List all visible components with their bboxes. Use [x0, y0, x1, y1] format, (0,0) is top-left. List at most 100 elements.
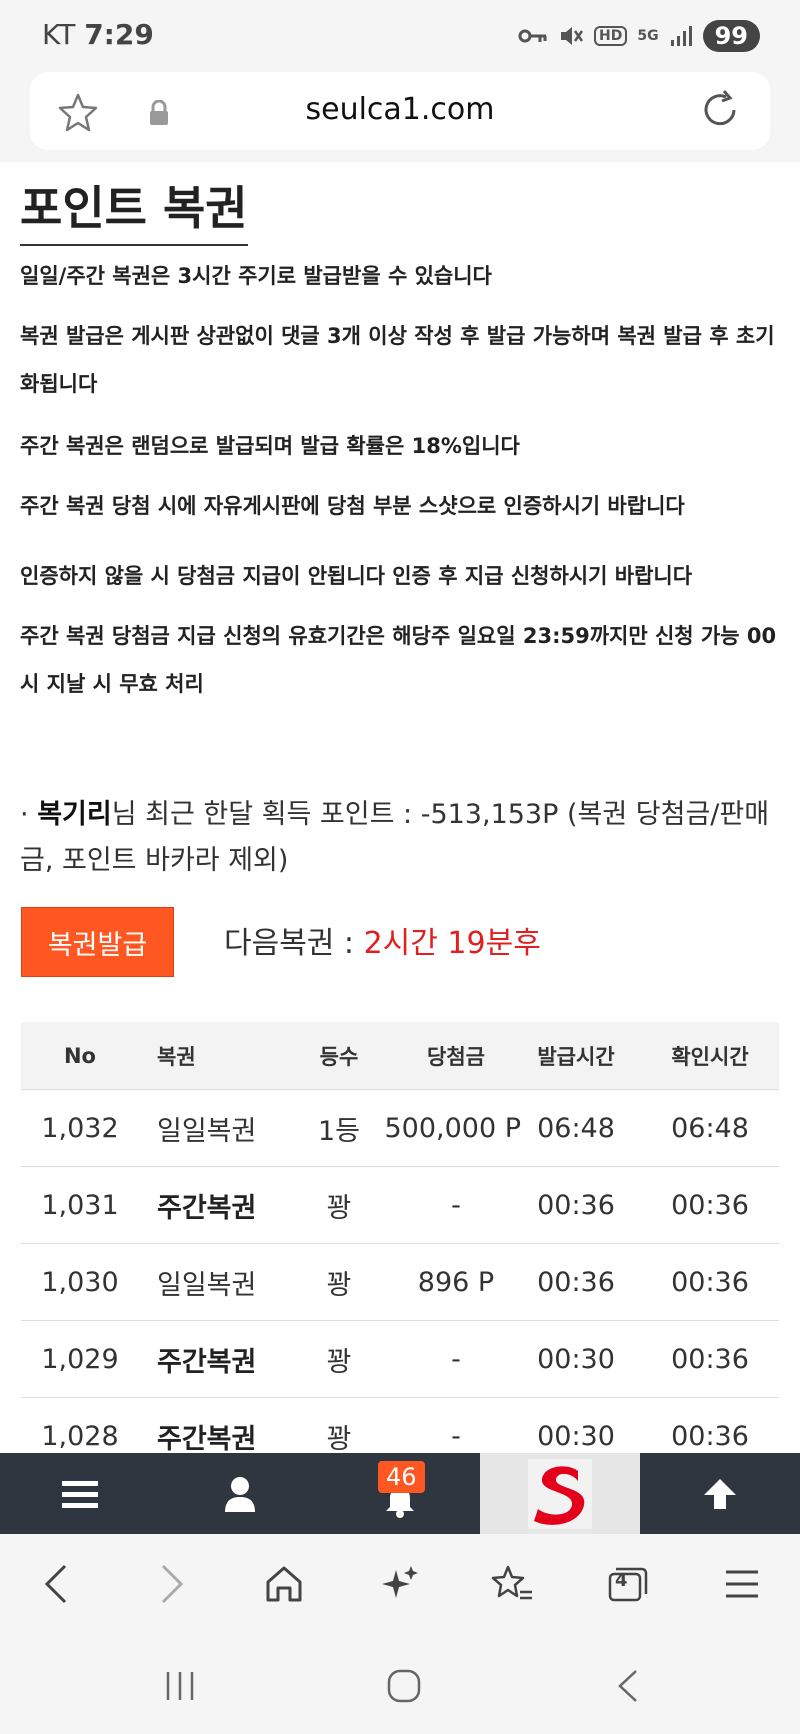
network-5g-icon: 5G	[637, 28, 659, 44]
page-title: 포인트 복권	[20, 172, 248, 246]
home-icon	[266, 1566, 302, 1602]
row-prize: -	[451, 1343, 461, 1375]
chevron-right-icon	[161, 1564, 184, 1604]
menu-button[interactable]	[0, 1453, 160, 1534]
row-rank: 1등	[317, 1115, 361, 1147]
row-rank: 꽝	[326, 1192, 352, 1224]
notification-count-badge: 46	[378, 1461, 425, 1493]
ai-assist-button[interactable]	[372, 1556, 428, 1612]
row-issued: 00:30	[537, 1343, 615, 1375]
notice-5: 인증하지 않을 시 당첨금 지급이 안됩니다 인증 후 지급 신청하시기 바랍니…	[20, 564, 693, 588]
back-button[interactable]	[28, 1556, 84, 1612]
bullet: ·	[20, 799, 29, 830]
row-checked: 00:36	[671, 1343, 749, 1375]
row-lottery: 일일복권	[157, 1269, 257, 1301]
row-issued: 00:36	[537, 1266, 615, 1298]
header-issued: 발급시간	[537, 1044, 615, 1069]
user-name: 복기리	[37, 799, 112, 830]
notice-2: 복권 발급은 게시판 상관없이 댓글 3개 이상 작성 후 발급 가능하며 복권…	[20, 324, 775, 396]
recent-apps-button[interactable]	[158, 1664, 202, 1708]
vpn-key-icon	[518, 29, 547, 43]
row-no: 1,032	[41, 1112, 119, 1144]
row-checked: 00:36	[671, 1189, 749, 1221]
notice-3: 주간 복권은 랜덤으로 발급되며 발급 확률은 18%입니다	[20, 434, 520, 458]
clock: 7:29	[84, 18, 154, 51]
browser-address-area: seulca1.com	[0, 72, 800, 162]
hd-icon: HD	[594, 26, 628, 46]
row-lottery: 일일복권	[157, 1115, 257, 1147]
site-logo-icon	[528, 1458, 592, 1529]
row-no: 1,029	[41, 1343, 119, 1375]
site-bottom-nav: 46	[0, 1453, 800, 1534]
next-lottery: 다음복권 : 2시간 19분후	[224, 918, 541, 962]
arrow-up-icon	[704, 1478, 736, 1509]
tabs-icon	[608, 1567, 648, 1602]
tabs-button[interactable]: 4	[600, 1556, 656, 1612]
status-icons: HD 5G 99	[518, 20, 760, 52]
home-button[interactable]	[256, 1556, 312, 1612]
row-lottery: 주간복권	[157, 1192, 257, 1224]
lottery-history-table: No 복권 등수 당첨금 발급시간 확인시간 1,032 일일복권 1등 500,00…	[21, 1022, 779, 1475]
status-bar: KT 7:29 HD 5G 99	[0, 0, 800, 72]
header-lottery: 복권	[157, 1044, 196, 1069]
row-checked: 06:48	[671, 1112, 749, 1144]
row-rank: 꽝	[326, 1269, 352, 1301]
row-no: 1,031	[41, 1189, 119, 1221]
scroll-top-button[interactable]	[640, 1453, 800, 1534]
row-prize: 896 P	[417, 1266, 495, 1298]
row-no: 1,030	[41, 1266, 119, 1298]
row-prize: -	[451, 1189, 461, 1221]
row-prize: 500,000 P	[384, 1112, 521, 1144]
browser-menu-button[interactable]	[714, 1556, 770, 1612]
points-text: 님 최근 한달 획득 포인트 : -513,153P (복권 당첨금/판매금, …	[20, 799, 770, 876]
profile-button[interactable]	[160, 1453, 320, 1534]
row-lottery: 주간복권	[157, 1346, 257, 1378]
site-logo-button[interactable]	[480, 1453, 640, 1534]
url-text[interactable]: seulca1.com	[30, 92, 770, 127]
sparkle-icon	[382, 1566, 418, 1598]
mute-icon	[561, 27, 584, 45]
next-lottery-time: 2시간 19분후	[363, 926, 541, 961]
bookmarks-button[interactable]	[484, 1556, 540, 1612]
table-row: 1,031 주간복권 꽝 - 00:36 00:36	[21, 1167, 779, 1244]
browser-toolbar: 4	[0, 1534, 800, 1634]
table-row: 1,029 주간복권 꽝 - 00:30 00:36	[21, 1321, 779, 1398]
system-back-button[interactable]	[606, 1664, 650, 1708]
system-navigation	[0, 1634, 800, 1734]
menu-lines-icon	[726, 1570, 758, 1598]
monthly-points-summary: · 복기리님 최근 한달 획득 포인트 : -513,153P (복권 당첨금/…	[20, 792, 790, 884]
back-chevron-icon	[618, 1670, 637, 1702]
table-header: No 복권 등수 당첨금 발급시간 확인시간	[21, 1022, 779, 1090]
table-body: 1,032 일일복권 1등 500,000 P 06:48 06:48 1,031 주간복권 꽝…	[21, 1090, 779, 1475]
next-lottery-label: 다음복권 :	[224, 926, 364, 961]
carrier: KT	[42, 18, 76, 51]
reload-icon[interactable]	[698, 88, 742, 132]
forward-button[interactable]	[144, 1556, 200, 1612]
notice-1: 일일/주간 복권은 3시간 주기로 발급받을 수 있습니다	[20, 264, 492, 288]
user-icon	[225, 1476, 255, 1512]
star-list-icon	[491, 1565, 532, 1600]
home-circle-icon	[387, 1669, 421, 1703]
signal-icon	[670, 26, 692, 46]
header-prize: 당첨금	[427, 1044, 485, 1069]
row-rank: 꽝	[326, 1346, 352, 1378]
recents-icon	[166, 1672, 194, 1700]
system-home-button[interactable]	[382, 1664, 426, 1708]
address-bar[interactable]: seulca1.com	[30, 72, 770, 150]
header-rank: 등수	[319, 1044, 359, 1069]
notice-4: 주간 복권 당첨 시에 자유게시판에 당첨 부분 스샷으로 인증하시기 바랍니다	[20, 494, 685, 518]
row-checked: 00:36	[671, 1266, 749, 1298]
battery-indicator: 99	[702, 20, 760, 52]
row-issued: 00:36	[537, 1189, 615, 1221]
header-no: No	[63, 1043, 96, 1068]
header-checked: 확인시간	[671, 1044, 749, 1069]
table-row: 1,030 일일복권 꽝 896 P 00:36 00:36	[21, 1244, 779, 1321]
chevron-left-icon	[44, 1564, 67, 1604]
notice-6: 주간 복권 당첨금 지급 신청의 유효기간은 해당주 일요일 23:59까지만 …	[20, 624, 777, 696]
row-issued: 06:48	[537, 1112, 615, 1144]
tab-count: 4	[615, 1570, 628, 1591]
table-row: 1,032 일일복권 1등 500,000 P 06:48 06:48	[21, 1090, 779, 1167]
hamburger-icon	[62, 1480, 98, 1508]
issue-lottery-button[interactable]: 복권발급	[21, 907, 174, 977]
status-carrier-time: KT 7:29	[42, 18, 154, 51]
